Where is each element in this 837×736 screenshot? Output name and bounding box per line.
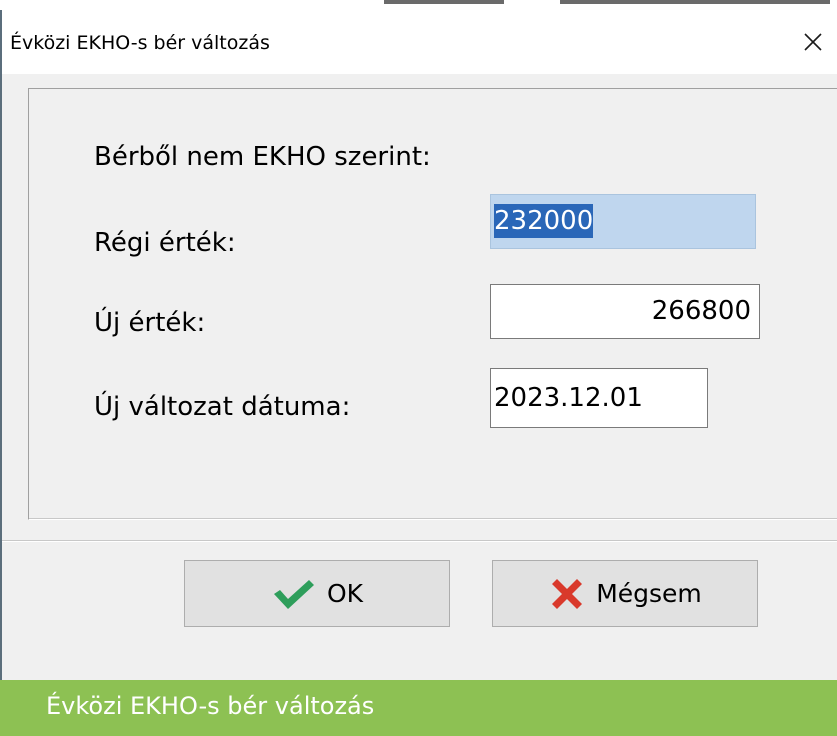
dialog-body: Bérből nem EKHO szerint: Régi érték: 232…: [2, 74, 837, 680]
close-icon: [804, 33, 822, 51]
checkmark-icon: [273, 579, 314, 609]
cancel-button[interactable]: Mégsem: [492, 560, 758, 627]
screenshot-stage: Évközi EKHO-s bér változás Bérből nem EK…: [0, 0, 837, 736]
old-value-label: Régi érték:: [94, 228, 236, 258]
cancel-button-label: Mégsem: [596, 579, 702, 608]
caption-bar: Évközi EKHO-s bér változás: [0, 680, 837, 736]
new-value-field[interactable]: 266800: [490, 284, 760, 339]
caption-text: Évközi EKHO-s bér változás: [46, 692, 375, 720]
new-value-label: Új érték:: [94, 308, 206, 338]
dialog-title: Évközi EKHO-s bér változás: [10, 32, 270, 54]
dialog-titlebar[interactable]: Évközi EKHO-s bér változás: [2, 10, 837, 74]
button-separator: [2, 540, 837, 542]
date-field[interactable]: 2023.12.01: [490, 368, 708, 428]
dialog-window: Évközi EKHO-s bér változás Bérből nem EK…: [0, 10, 837, 680]
date-label: Új változat dátuma:: [94, 392, 351, 422]
form-heading: Bérből nem EKHO szerint:: [94, 142, 431, 172]
red-x-icon: [552, 578, 583, 609]
old-value-text: 232000: [494, 204, 594, 238]
ok-button-label: OK: [326, 579, 364, 608]
old-value-field[interactable]: 232000: [490, 194, 756, 249]
close-button[interactable]: [789, 10, 837, 74]
ok-button[interactable]: OK: [184, 560, 450, 627]
